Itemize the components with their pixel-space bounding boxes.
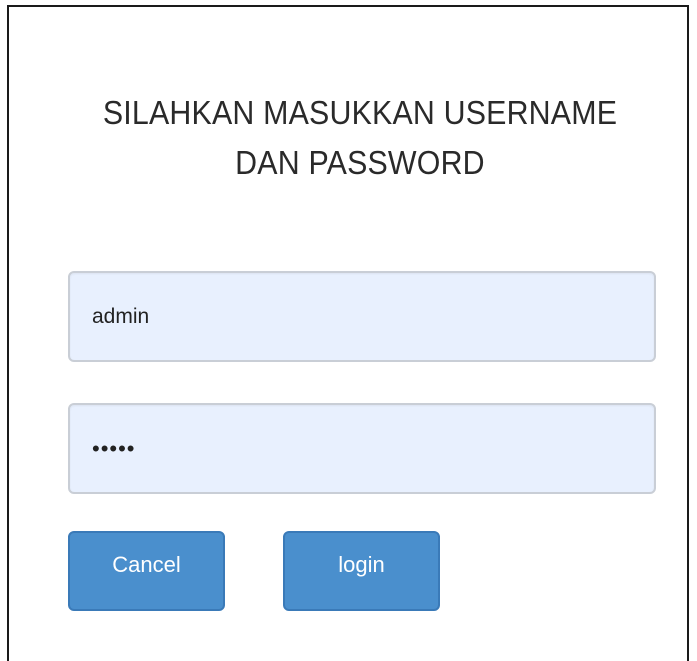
- heading-line-2: DAN PASSWORD: [235, 144, 485, 181]
- cancel-button[interactable]: Cancel: [68, 531, 225, 611]
- heading-line-1: SILAHKAN MASUKKAN USERNAME: [102, 94, 618, 131]
- username-input[interactable]: [68, 271, 656, 362]
- page-title: SILAHKAN MASUKKAN USERNAME DAN PASSWORD: [84, 88, 636, 188]
- login-button[interactable]: login: [283, 531, 440, 611]
- password-input[interactable]: [68, 403, 656, 494]
